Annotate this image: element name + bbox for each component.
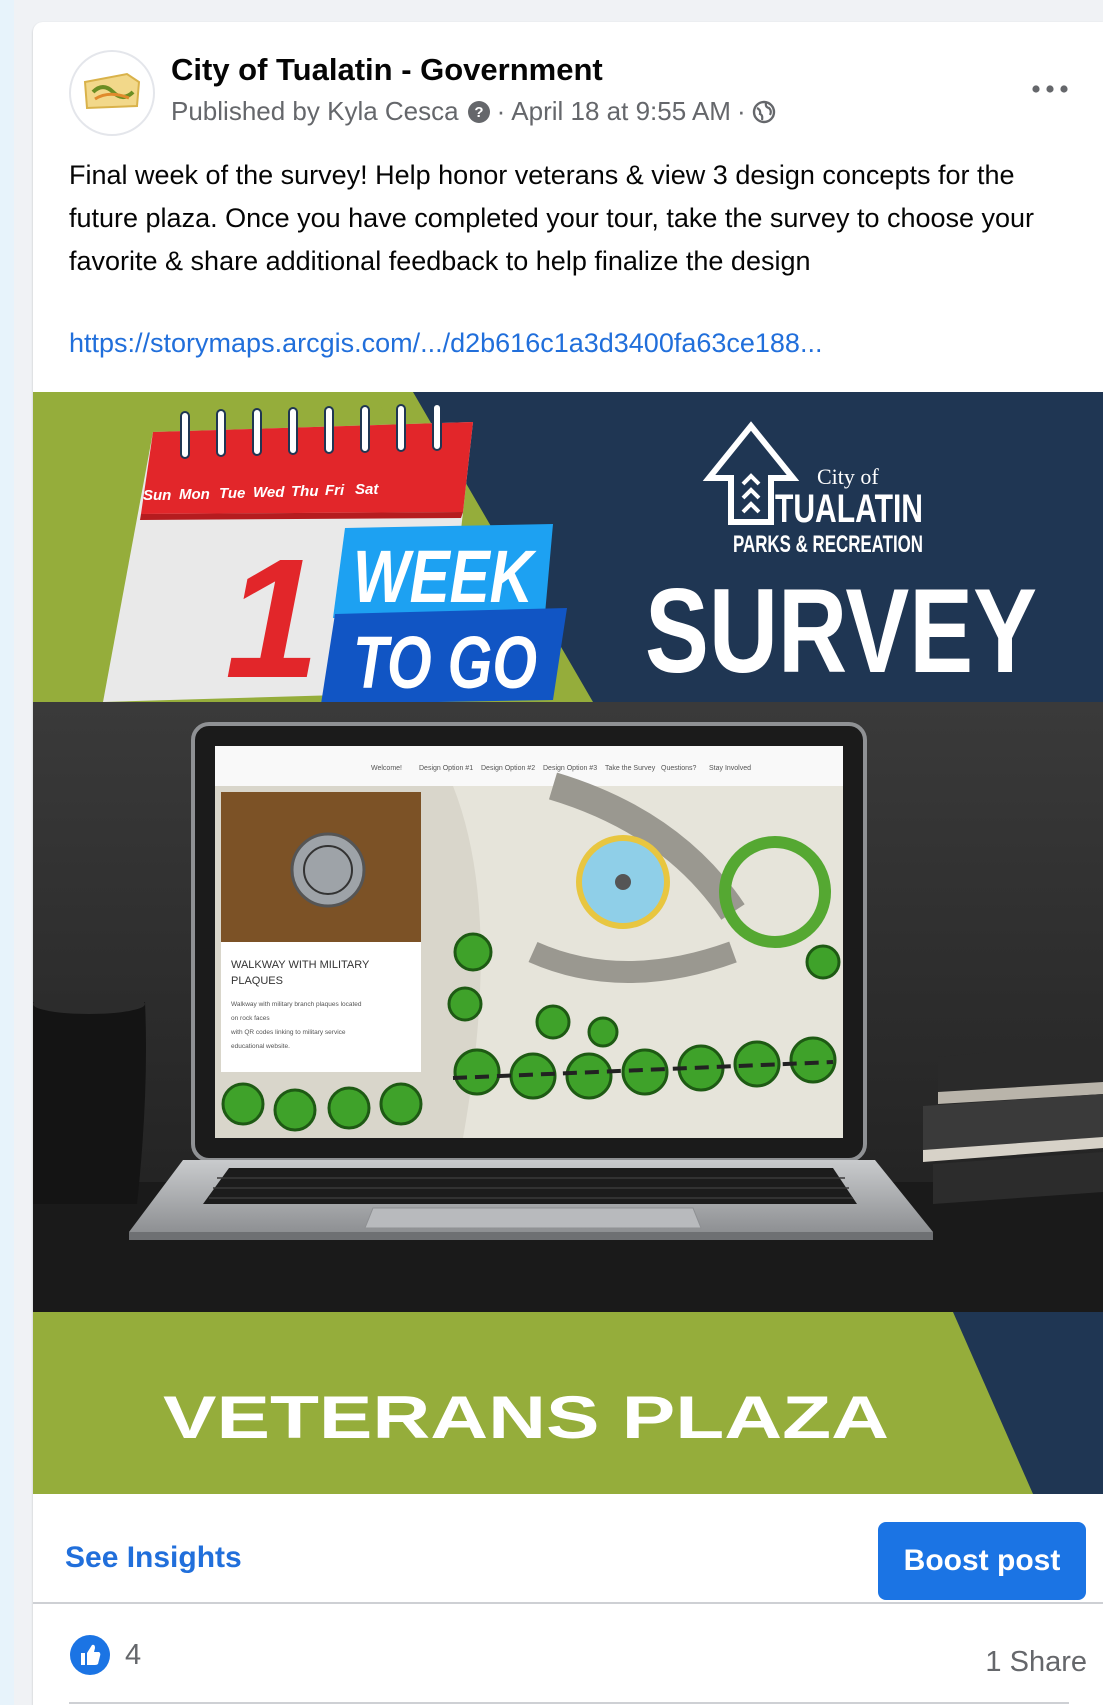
page-name[interactable]: City of Tualatin - Government (171, 52, 603, 88)
screen-panel-text: educational website. (231, 1043, 290, 1050)
veterans-plaza-heading: VETERANS PLAZA (163, 1384, 889, 1451)
mug-icon (33, 994, 146, 1204)
actions-divider (33, 1602, 1103, 1604)
svg-text:Thu: Thu (291, 483, 319, 500)
post-image[interactable]: Sun Mon Tue Wed Thu Fri Sat 1 WEEK TO GO… (33, 392, 1103, 1494)
post-body-text: Final week of the survey! Help honor vet… (69, 160, 1035, 276)
count-number: 1 (225, 524, 320, 714)
screen-panel-title: PLAQUES (231, 975, 283, 987)
laptop: Welcome! Design Option #1 Design Option … (129, 722, 933, 1240)
svg-text:Sun: Sun (143, 487, 171, 504)
meta-dot: · (736, 96, 746, 126)
page-background-strip (0, 0, 14, 1705)
post-link[interactable]: https://storymaps.arcgis.com/.../d2b616c… (69, 328, 822, 359)
svg-text:Mon: Mon (179, 486, 210, 503)
tualatin-label: TUALATIN (775, 487, 923, 531)
screen-panel-text: with QR codes linking to military servic… (230, 1029, 346, 1036)
post-header: City of Tualatin - Government Published … (33, 22, 1103, 142)
screen-nav-item: Design Option #1 (419, 765, 473, 772)
screen-nav-item: Stay Involved (709, 765, 751, 772)
survey-graphic: Sun Mon Tue Wed Thu Fri Sat 1 WEEK TO GO… (33, 392, 1103, 1494)
post-meta: Published by Kyla Cesca ? · April 18 at … (171, 96, 776, 127)
calendar-day: Thu (291, 483, 319, 500)
bottom-divider (69, 1702, 1069, 1704)
screen-nav-item: Take the Survey (605, 765, 656, 772)
calendar-day: Mon (179, 486, 210, 503)
post-date[interactable]: April 18 at 9:55 AM (511, 96, 731, 127)
tualatin-logo-icon (72, 53, 152, 133)
screen-nav-item: Welcome! (371, 765, 402, 772)
books-icon (923, 1042, 1103, 1204)
post-actions-bar: See Insights Boost post (33, 1494, 1103, 1618)
share-count[interactable]: 1 Share (985, 1646, 1087, 1679)
calendar-day: Fri (325, 482, 345, 499)
boost-post-button[interactable]: Boost post (878, 1522, 1086, 1600)
reaction-summary[interactable]: 4 (69, 1634, 141, 1676)
calendar-day: Tue (219, 485, 245, 502)
post-card: City of Tualatin - Government Published … (33, 22, 1103, 1705)
more-dots-icon (1032, 85, 1068, 93)
parks-label: PARKS & RECREATION (733, 531, 923, 558)
week-to-go-banner: WEEK TO GO (321, 524, 567, 704)
svg-text:Fri: Fri (325, 482, 345, 499)
city-of-label: City of (817, 464, 879, 489)
globe-icon[interactable] (752, 100, 776, 124)
to-go-label: TO GO (353, 621, 537, 704)
svg-text:Wed: Wed (253, 484, 285, 501)
calendar-day: Wed (253, 484, 285, 501)
screen-panel-text: on rock faces (231, 1015, 270, 1022)
week-label: WEEK (353, 535, 537, 618)
calendar-day: Sun (143, 487, 171, 504)
svg-text:?: ? (474, 104, 483, 121)
svg-text:Sat: Sat (355, 481, 379, 498)
screen-panel-title: WALKWAY WITH MILITARY (231, 959, 370, 971)
screen-nav-item: Design Option #2 (481, 765, 535, 772)
svg-text:Tue: Tue (219, 485, 245, 502)
help-icon[interactable]: ? (467, 100, 491, 124)
screen-panel-text: Walkway with military branch plaques loc… (231, 1001, 362, 1008)
page-avatar[interactable] (69, 50, 155, 136)
survey-heading: SURVEY (645, 564, 1037, 698)
screen-nav-item: Design Option #3 (543, 765, 597, 772)
see-insights-link[interactable]: See Insights (65, 1541, 242, 1575)
published-by[interactable]: Published by Kyla Cesca (171, 96, 459, 127)
more-options-button[interactable] (1025, 72, 1075, 106)
screen-nav-item: Questions? (661, 765, 697, 772)
meta-dot: · (496, 96, 506, 126)
reaction-count: 4 (125, 1638, 142, 1671)
like-reaction-icon (70, 1635, 110, 1675)
calendar-day: Sat (355, 481, 379, 498)
